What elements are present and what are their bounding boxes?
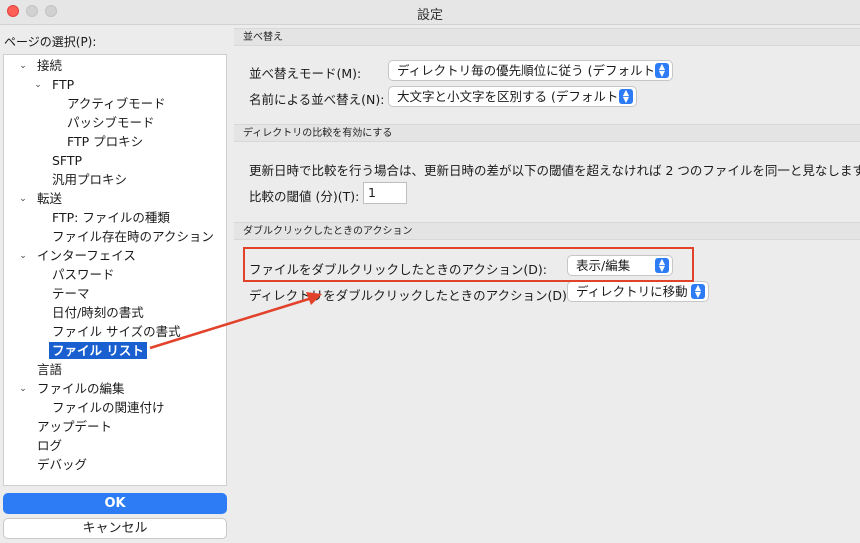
compare-description: 更新日時で比較を行う場合は、更新日時の差が以下の閾値を超えなければ 2 つのファ…: [249, 163, 860, 178]
tree-item-active-mode[interactable]: アクティブモード: [67, 95, 166, 113]
doubleclick-section-header: ダブルクリックしたときのアクション: [234, 222, 860, 240]
tree-item-size-format[interactable]: ファイル サイズの書式: [52, 323, 181, 341]
chevron-updown-icon: ▲ ▼: [619, 89, 633, 104]
tree-item-file-associations[interactable]: ファイルの関連付け: [52, 399, 165, 417]
tree-item-date-format[interactable]: 日付/時刻の書式: [52, 304, 144, 322]
tree-item-debug[interactable]: デバッグ: [37, 456, 87, 474]
sort-mode-label: 並べ替えモード(M):: [249, 66, 362, 81]
tree-item-theme[interactable]: テーマ: [52, 285, 90, 303]
chevron-updown-icon: ▲ ▼: [655, 63, 669, 78]
sort-section-header: 並べ替え: [234, 28, 860, 46]
page-tree[interactable]: ⌄ 接続 ⌄ FTP アクティブモード パッシブモード FTP プロキシ SFT…: [3, 54, 227, 486]
sort-mode-select[interactable]: ディレクトリ毎の優先順位に従う (デフォルト) ▲ ▼: [388, 60, 673, 81]
tree-item-file-list[interactable]: ファイル リスト: [49, 342, 147, 360]
sort-section: [234, 46, 860, 122]
ok-button[interactable]: OK: [3, 493, 227, 514]
tree-item-ftp-proxy[interactable]: FTP プロキシ: [67, 133, 143, 151]
tree-item-generic-proxy[interactable]: 汎用プロキシ: [52, 171, 127, 189]
compare-section-header: ディレクトリの比較を有効にする: [234, 124, 860, 142]
title-bar: 設定: [0, 0, 860, 25]
tree-item-update[interactable]: アップデート: [37, 418, 112, 436]
name-sort-select[interactable]: 大文字と小文字を区別する (デフォルト) ▲ ▼: [388, 86, 637, 107]
dir-doubleclick-label: ディレクトリをダブルクリックしたときのアクション(D):: [249, 288, 572, 303]
window-title: 設定: [416, 8, 443, 23]
page-select-label: ページの選択(P):: [4, 35, 97, 49]
annotation-highlight-box: [243, 247, 694, 282]
threshold-label: 比較の閾値 (分)(T):: [249, 189, 360, 204]
tree-item-file-exists-action[interactable]: ファイル存在時のアクション: [52, 228, 214, 246]
name-sort-label: 名前による並べ替え(N):: [249, 92, 385, 107]
chevron-down-icon[interactable]: ⌄: [17, 190, 29, 208]
chevron-down-icon[interactable]: ⌄: [17, 380, 29, 398]
dir-doubleclick-select[interactable]: ディレクトリに移動 ▲ ▼: [567, 281, 709, 302]
chevron-down-icon[interactable]: ⌄: [32, 76, 44, 94]
threshold-input[interactable]: 1: [363, 182, 407, 204]
chevron-down-icon[interactable]: ⌄: [17, 57, 29, 75]
chevron-down-icon[interactable]: ⌄: [17, 247, 29, 265]
tree-item-ftp-file-types[interactable]: FTP: ファイルの種類: [52, 209, 170, 227]
tree-item-sftp[interactable]: SFTP: [52, 152, 82, 170]
tree-item-password[interactable]: パスワード: [52, 266, 115, 284]
tree-item-language[interactable]: 言語: [37, 361, 62, 379]
chevron-updown-icon: ▲ ▼: [691, 284, 705, 299]
cancel-button[interactable]: キャンセル: [3, 518, 227, 539]
tree-item-log[interactable]: ログ: [37, 437, 62, 455]
tree-item-passive-mode[interactable]: パッシブモード: [67, 114, 155, 132]
